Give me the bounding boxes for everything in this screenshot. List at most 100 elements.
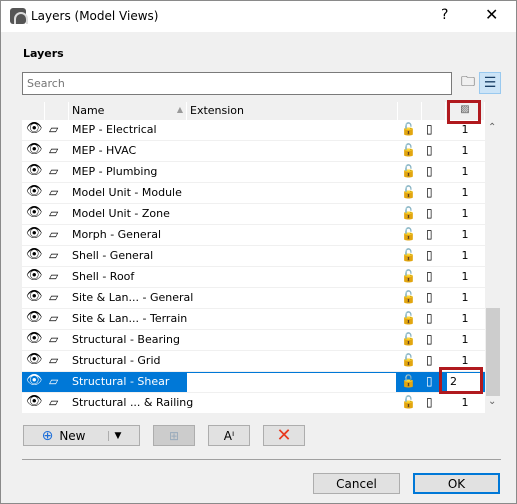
table-row[interactable]: 👁 ▱ MEP - Electrical 🔓 ▯ 1: [22, 120, 485, 141]
lock-icon[interactable]: 🔓: [401, 248, 416, 262]
intersection-group-value[interactable]: 1: [452, 291, 478, 304]
rename-button[interactable]: Aᴵ: [208, 425, 250, 446]
folder-icon[interactable]: ▯: [426, 227, 433, 241]
table-row[interactable]: 👁 ▱ MEP - Plumbing 🔓 ▯ 1: [22, 162, 485, 183]
layer-name[interactable]: MEP - Electrical: [72, 123, 157, 136]
help-button[interactable]: ?: [441, 7, 448, 23]
table-row[interactable]: 👁 ▱ Shell - Roof 🔓 ▯ 1: [22, 267, 485, 288]
intersection-group-value[interactable]: 1: [452, 165, 478, 178]
folder-icon[interactable]: ▯: [426, 269, 433, 283]
folder-icon[interactable]: ▯: [426, 290, 433, 304]
eye-icon[interactable]: 👁: [26, 163, 43, 178]
header-lock[interactable]: [398, 102, 422, 120]
table-row[interactable]: 👁 ▱ Structural ... & Railing 🔓 ▯ 1: [22, 393, 485, 414]
intersection-group-value[interactable]: 1: [452, 354, 478, 367]
scroll-down-icon[interactable]: ⌄: [488, 396, 496, 407]
table-row[interactable]: 👁 ▱ Morph - General 🔓 ▯ 1: [22, 225, 485, 246]
dropdown-arrow-icon[interactable]: ▼: [107, 430, 121, 441]
eye-icon[interactable]: 👁: [26, 310, 43, 325]
eye-icon[interactable]: 👁: [26, 226, 43, 241]
folder-icon[interactable]: ▯: [426, 164, 433, 178]
folder-icon[interactable]: ▯: [426, 122, 433, 136]
lock-icon[interactable]: 🔓: [401, 290, 416, 304]
layer-name[interactable]: MEP - HVAC: [72, 144, 136, 157]
folder-icon[interactable]: ▯: [426, 353, 433, 367]
scroll-up-icon[interactable]: ⌃: [488, 122, 496, 133]
intersection-group-value[interactable]: 1: [452, 270, 478, 283]
layer-name[interactable]: Morph - General: [72, 228, 161, 241]
lock-icon[interactable]: 🔓: [401, 332, 416, 346]
layer-name[interactable]: Site & Lan... - General: [72, 291, 193, 304]
lock-icon[interactable]: 🔓: [401, 374, 416, 388]
table-row[interactable]: 👁 ▱ Structural - Bearing 🔓 ▯ 1: [22, 330, 485, 351]
header-name[interactable]: Name ▲: [69, 102, 187, 120]
header-type[interactable]: [45, 102, 69, 120]
delete-button[interactable]: ✕: [263, 425, 305, 446]
intersection-group-value[interactable]: 1: [452, 312, 478, 325]
intersection-group-value[interactable]: 1: [452, 186, 478, 199]
eye-icon[interactable]: 👁: [26, 268, 43, 283]
header-extension[interactable]: Extension: [187, 102, 398, 120]
scrollbar[interactable]: ⌃ ⌄: [485, 120, 501, 413]
table-row[interactable]: 👁 ▱ Shell - General 🔓 ▯ 1: [22, 246, 485, 267]
lock-icon[interactable]: 🔓: [401, 206, 416, 220]
intersection-group-value[interactable]: 1: [452, 123, 478, 136]
intersection-group-value[interactable]: 1: [452, 396, 478, 409]
layer-name[interactable]: Structural - Shear: [72, 375, 169, 388]
intersection-group-value[interactable]: 1: [452, 228, 478, 241]
layer-name[interactable]: Structural - Grid: [72, 354, 161, 367]
cancel-button[interactable]: Cancel: [313, 473, 400, 494]
layer-name[interactable]: Structural - Bearing: [72, 333, 180, 346]
folder-icon[interactable]: ▯: [426, 311, 433, 325]
lock-icon[interactable]: 🔓: [401, 395, 416, 409]
lock-icon[interactable]: 🔓: [401, 185, 416, 199]
eye-icon[interactable]: 👁: [26, 205, 43, 220]
table-row[interactable]: 👁 ▱ MEP - HVAC 🔓 ▯ 1: [22, 141, 485, 162]
header-folder[interactable]: [422, 102, 446, 120]
layer-name[interactable]: Shell - General: [72, 249, 153, 262]
eye-icon[interactable]: 👁: [26, 352, 43, 367]
lock-icon[interactable]: 🔓: [401, 143, 416, 157]
lock-icon[interactable]: 🔓: [401, 122, 416, 136]
list-view-button[interactable]: ☰: [479, 72, 501, 94]
extension-field[interactable]: [187, 373, 396, 392]
layer-name[interactable]: Model Unit - Module: [72, 186, 182, 199]
table-row[interactable]: 👁 ▱ Model Unit - Zone 🔓 ▯ 1: [22, 204, 485, 225]
eye-icon[interactable]: 👁: [26, 373, 43, 388]
folder-icon[interactable]: ▯: [426, 143, 433, 157]
header-visibility[interactable]: [22, 102, 45, 120]
ok-button[interactable]: OK: [413, 473, 500, 494]
folder-icon[interactable]: ▯: [426, 185, 433, 199]
folder-icon[interactable]: ▯: [426, 206, 433, 220]
lock-icon[interactable]: 🔓: [401, 269, 416, 283]
intersection-group-value[interactable]: 1: [452, 144, 478, 157]
eye-icon[interactable]: 👁: [26, 121, 43, 136]
lock-icon[interactable]: 🔓: [401, 353, 416, 367]
table-row[interactable]: 👁 ▱ Site & Lan... - Terrain 🔓 ▯ 1: [22, 309, 485, 330]
lock-icon[interactable]: 🔓: [401, 164, 416, 178]
eye-icon[interactable]: 👁: [26, 394, 43, 409]
eye-icon[interactable]: 👁: [26, 289, 43, 304]
layer-name[interactable]: Site & Lan... - Terrain: [72, 312, 187, 325]
close-button[interactable]: ✕: [485, 5, 498, 24]
table-row[interactable]: 👁 ▱ Structural - Grid 🔓 ▯ 1: [22, 351, 485, 372]
folder-icon[interactable]: ▯: [426, 395, 433, 409]
search-input[interactable]: [22, 72, 452, 95]
layer-name[interactable]: Structural ... & Railing: [72, 396, 193, 409]
eye-icon[interactable]: 👁: [26, 184, 43, 199]
eye-icon[interactable]: 👁: [26, 331, 43, 346]
folder-view-button[interactable]: 🗀: [457, 72, 479, 94]
layer-name[interactable]: Model Unit - Zone: [72, 207, 170, 220]
layer-name[interactable]: MEP - Plumbing: [72, 165, 157, 178]
new-folder-button[interactable]: ⊞: [153, 425, 195, 446]
folder-icon[interactable]: ▯: [426, 332, 433, 346]
eye-icon[interactable]: 👁: [26, 247, 43, 262]
lock-icon[interactable]: 🔓: [401, 227, 416, 241]
intersection-group-value[interactable]: 1: [452, 207, 478, 220]
intersection-group-value[interactable]: 1: [452, 333, 478, 346]
lock-icon[interactable]: 🔓: [401, 311, 416, 325]
folder-icon[interactable]: ▯: [426, 248, 433, 262]
new-button[interactable]: ⊕ New ▼: [23, 425, 140, 446]
scrollbar-thumb[interactable]: [486, 308, 500, 396]
folder-icon[interactable]: ▯: [426, 374, 433, 388]
